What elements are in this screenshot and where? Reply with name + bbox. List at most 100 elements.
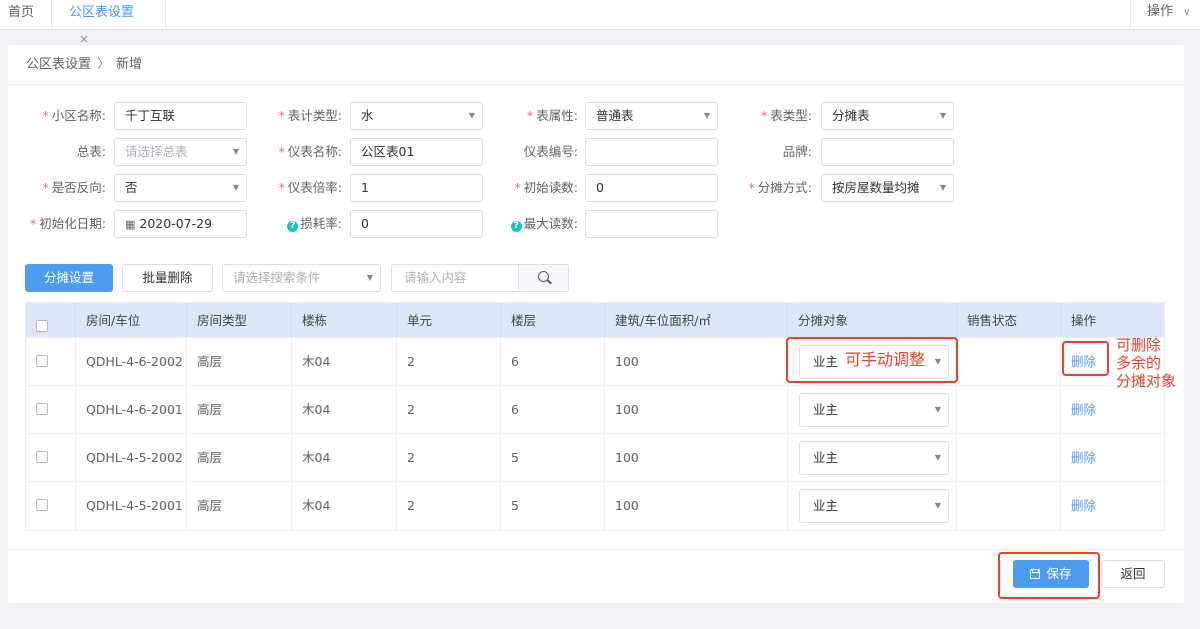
search-input[interactable]: 请输入内容 — [404, 265, 467, 291]
tab-home[interactable]: 首页 — [0, 0, 52, 30]
row-checkbox-cell — [26, 434, 76, 481]
cell-floor: 6 — [501, 386, 605, 433]
required-mark: * — [278, 144, 285, 159]
header-room: 房间/车位 — [76, 303, 187, 337]
row-checkbox[interactable] — [36, 355, 48, 367]
initial-reading-input[interactable]: 0 — [585, 174, 718, 202]
cell-building: 木04 — [292, 386, 397, 433]
required-mark: * — [42, 108, 49, 123]
caret-down-icon: ▼ — [232, 183, 239, 192]
cell-building: 木04 — [292, 434, 397, 481]
caret-down-icon: ▼ — [468, 111, 475, 120]
table-row: QDHL-4-5-2001 高层 木04 2 5 100 业主 ▼ 删除 — [26, 482, 1164, 530]
loss-rate-label: ? 损耗率: — [248, 210, 342, 238]
cell-unit: 2 — [397, 338, 501, 385]
cell-actions: 删除 — [1061, 482, 1164, 530]
allocation-object-select[interactable]: 业主 ▼ — [799, 393, 949, 427]
select-all-checkbox[interactable] — [36, 320, 48, 332]
cell-unit: 2 — [397, 482, 501, 530]
cell-allocation-object: 业主 ▼ — [788, 482, 957, 530]
close-icon[interactable]: × — [79, 32, 89, 46]
back-button[interactable]: 返回 — [1101, 560, 1165, 588]
header-room-type: 房间类型 — [187, 303, 292, 337]
calendar-icon: ▦ — [125, 218, 136, 231]
header-unit: 单元 — [397, 303, 501, 337]
allocation-object-select[interactable]: 业主 ▼ — [799, 441, 949, 475]
row-checkbox[interactable] — [36, 451, 48, 463]
reverse-select[interactable]: 否 ▼ — [114, 174, 247, 202]
cell-floor: 5 — [501, 482, 605, 530]
breadcrumb-parent[interactable]: 公区表设置 — [26, 57, 91, 72]
allocation-settings-button[interactable]: 分摊设置 — [25, 264, 113, 292]
main-meter-select[interactable]: 请选择总表 ▼ — [114, 138, 247, 166]
annotation-box-delete — [1062, 341, 1109, 376]
cell-room-type: 高层 — [187, 338, 292, 385]
allocation-object-select[interactable]: 业主 ▼ — [799, 489, 949, 523]
header-sales-status: 销售状态 — [957, 303, 1061, 337]
required-mark: * — [42, 180, 49, 195]
cell-room-type: 高层 — [187, 434, 292, 481]
table-row: QDHL-4-5-2002 高层 木04 2 5 100 业主 ▼ 删除 — [26, 434, 1164, 482]
cell-floor: 5 — [501, 434, 605, 481]
loss-rate-input[interactable]: 0 — [350, 210, 483, 238]
meter-type-select[interactable]: 水 ▼ — [350, 102, 483, 130]
operations-menu[interactable]: 操作 ∨ — [1130, 0, 1200, 30]
meter-name-input[interactable]: 公区表01 — [350, 138, 483, 166]
community-name-input[interactable]: 千丁互联 — [114, 102, 247, 130]
breadcrumb-separator: 〉 — [97, 57, 111, 72]
required-mark: * — [30, 216, 37, 231]
cell-room: QDHL-4-6-2002 — [76, 338, 187, 385]
allocation-table: 房间/车位 房间类型 楼栋 单元 楼层 建筑/车位面积/㎡ 分摊对象 销售状态 … — [25, 302, 1165, 531]
cell-room-type: 高层 — [187, 386, 292, 433]
header-actions: 操作 — [1071, 313, 1097, 328]
delete-link[interactable]: 删除 — [1071, 402, 1096, 417]
multiplier-label: * 仪表倍率: — [278, 180, 342, 195]
header-allocation-object: 分摊对象 — [788, 303, 957, 337]
search-group: 请输入内容 — [391, 264, 569, 292]
caret-down-icon: ▼ — [703, 111, 710, 120]
cell-sales-status — [957, 434, 1061, 481]
allocation-method-select[interactable]: 按房屋数量均摊 ▼ — [821, 174, 954, 202]
table-type-select[interactable]: 分摊表 ▼ — [821, 102, 954, 130]
init-date-label: * 初始化日期: — [30, 216, 106, 231]
cell-room: QDHL-4-5-2001 — [76, 482, 187, 530]
meter-no-input[interactable] — [585, 138, 718, 166]
max-reading-input[interactable] — [585, 210, 718, 238]
batch-delete-button[interactable]: 批量删除 — [122, 264, 213, 292]
caret-down-icon: ▼ — [934, 501, 941, 510]
required-mark: * — [748, 180, 755, 195]
breadcrumb-current: 新增 — [116, 57, 143, 72]
cell-sales-status — [957, 338, 1061, 385]
header-checkbox-cell — [26, 303, 76, 337]
row-checkbox[interactable] — [36, 499, 48, 511]
table-row: QDHL-4-6-2001 高层 木04 2 6 100 业主 ▼ 删除 — [26, 386, 1164, 434]
main-meter-label: 总表: — [76, 144, 106, 159]
delete-link[interactable]: 删除 — [1071, 450, 1096, 465]
community-name-label: * 小区名称: — [42, 108, 106, 123]
caret-down-icon: ▼ — [934, 453, 941, 462]
multiplier-input[interactable]: 1 — [350, 174, 483, 202]
meter-no-label: 仪表编号: — [523, 144, 578, 159]
brand-input[interactable] — [821, 138, 954, 166]
search-condition-select[interactable]: 请选择搜索条件 ▼ — [222, 264, 381, 292]
chevron-down-icon: ∨ — [1183, 7, 1191, 18]
search-button[interactable] — [518, 265, 568, 291]
caret-down-icon: ▼ — [939, 111, 946, 120]
required-mark: * — [761, 108, 768, 123]
initial-reading-label: * 初始读数: — [514, 180, 578, 195]
annotation-delete-line3: 分摊对象 — [1116, 372, 1177, 390]
question-circle-icon[interactable]: ? — [510, 221, 522, 232]
annotation-delete-line1: 可删除 — [1116, 336, 1162, 354]
meter-attr-select[interactable]: 普通表 ▼ — [585, 102, 718, 130]
tab-public-meter-settings[interactable]: 公区表设置 × — [52, 0, 166, 46]
question-circle-icon[interactable]: ? — [287, 221, 299, 232]
cell-sales-status — [957, 386, 1061, 433]
init-date-picker[interactable]: ▦ 2020-07-29 — [114, 210, 247, 238]
cell-allocation-object: 业主 ▼ — [788, 386, 957, 433]
cell-sales-status — [957, 482, 1061, 530]
row-checkbox[interactable] — [36, 403, 48, 415]
delete-link[interactable]: 删除 — [1071, 498, 1096, 513]
required-mark: * — [527, 108, 534, 123]
reverse-label: * 是否反向: — [42, 180, 106, 195]
annotation-delete-line2: 多余的 — [1116, 354, 1162, 372]
